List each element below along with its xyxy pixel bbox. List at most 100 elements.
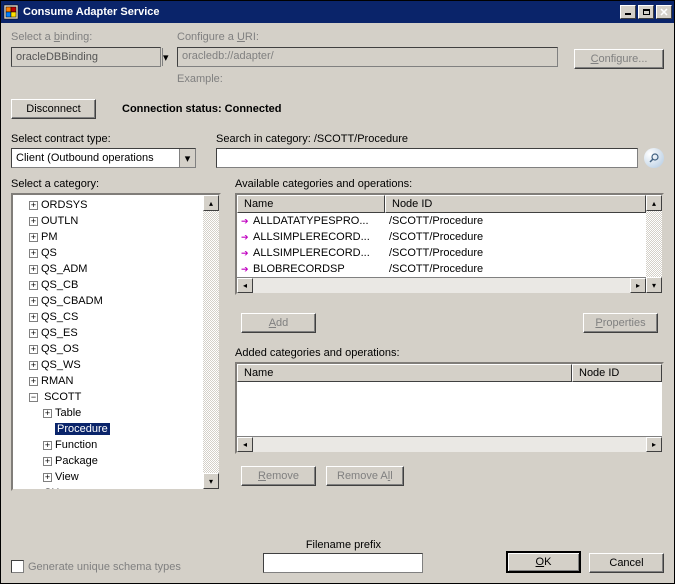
tree-node[interactable]: +ORDSYS <box>29 197 203 213</box>
listview-header[interactable]: Name Node ID <box>237 364 662 382</box>
category-tree[interactable]: +ORDSYS+OUTLN+PM+QS+QS_ADM+QS_CB+QS_CBAD… <box>11 193 221 491</box>
col-name[interactable]: Name <box>237 364 572 382</box>
tree-node[interactable]: +QS_WS <box>29 357 203 373</box>
tree-node[interactable]: +View <box>43 469 203 485</box>
dialog-window: Consume Adapter Service ✕ Select a bindi… <box>0 0 675 584</box>
tree-node[interactable]: + SH <box>29 485 203 489</box>
scroll-left-icon[interactable]: ◂ <box>237 437 253 452</box>
expand-icon[interactable]: + <box>29 265 38 274</box>
tree-node[interactable]: +QS_ES <box>29 325 203 341</box>
expand-icon[interactable]: + <box>29 201 38 210</box>
expand-icon[interactable]: + <box>29 313 38 322</box>
scroll-right-icon[interactable]: ▸ <box>646 437 662 452</box>
col-nodeid[interactable]: Node ID <box>385 195 646 213</box>
expand-icon[interactable]: + <box>29 361 38 370</box>
vertical-scrollbar[interactable]: ▴ ▾ <box>646 195 662 293</box>
scroll-up-icon[interactable]: ▴ <box>203 195 219 211</box>
search-input[interactable] <box>216 148 638 168</box>
col-nodeid[interactable]: Node ID <box>572 364 662 382</box>
minimize-button[interactable] <box>620 5 636 19</box>
list-item[interactable]: ALLSIMPLERECORD.../SCOTT/Procedure <box>237 245 646 261</box>
scroll-down-icon[interactable]: ▾ <box>646 277 662 293</box>
configure-button[interactable]: Configure... <box>574 49 664 69</box>
client-area: Select a binding: ▾ Configure a URI: ora… <box>1 23 674 583</box>
search-category-label: Search in category: /SCOTT/Procedure <box>216 133 664 145</box>
expand-icon[interactable]: + <box>29 345 38 354</box>
tree-node[interactable]: +OUTLN <box>29 213 203 229</box>
chevron-down-icon[interactable]: ▾ <box>179 149 195 167</box>
close-button[interactable]: ✕ <box>656 5 672 19</box>
scroll-right-icon[interactable]: ▸ <box>630 278 646 293</box>
expand-icon[interactable]: + <box>29 249 38 258</box>
list-item[interactable]: ALLDATATYPESPRO.../SCOTT/Procedure <box>237 213 646 229</box>
available-label: Available categories and operations: <box>235 178 664 190</box>
expand-icon[interactable]: + <box>29 297 38 306</box>
filename-prefix-label: Filename prefix <box>189 539 498 551</box>
list-item[interactable]: ALLSIMPLERECORD.../SCOTT/Procedure <box>237 229 646 245</box>
cancel-button[interactable]: Cancel <box>589 553 664 573</box>
operation-icon <box>241 248 251 258</box>
bottom-bar: Generate unique schema types Filename pr… <box>1 533 674 583</box>
tree-node[interactable]: +RMAN <box>29 373 203 389</box>
added-listview[interactable]: Name Node ID ◂ ▸ <box>235 362 664 454</box>
added-label: Added categories and operations: <box>235 347 664 359</box>
listview-header[interactable]: Name Node ID <box>237 195 646 213</box>
contract-value[interactable] <box>12 149 179 167</box>
tree-node[interactable]: Procedure <box>43 421 203 437</box>
search-icon[interactable] <box>644 148 664 168</box>
contract-combo[interactable]: ▾ <box>11 148 196 168</box>
tree-node[interactable]: +QS_ADM <box>29 261 203 277</box>
chevron-down-icon[interactable]: ▾ <box>162 48 169 66</box>
scroll-up-icon[interactable]: ▴ <box>646 195 662 211</box>
col-name[interactable]: Name <box>237 195 385 213</box>
tree-node[interactable]: +QS_CB <box>29 277 203 293</box>
filename-prefix-input[interactable] <box>263 553 423 573</box>
expand-icon[interactable]: + <box>43 473 52 482</box>
add-button[interactable]: Add <box>241 313 316 333</box>
tree-node[interactable]: +PM <box>29 229 203 245</box>
disconnect-button[interactable]: Disconnect <box>11 99 96 119</box>
maximize-button[interactable] <box>638 5 654 19</box>
configure-uri-label: Configure a URI: <box>177 31 558 43</box>
collapse-icon[interactable]: − <box>29 393 38 402</box>
expand-icon[interactable]: + <box>29 377 38 386</box>
scroll-left-icon[interactable]: ◂ <box>237 278 253 293</box>
tree-node[interactable]: +Table <box>43 405 203 421</box>
remove-all-button[interactable]: Remove All <box>326 466 404 486</box>
checkbox-icon[interactable] <box>11 560 24 573</box>
window-title: Consume Adapter Service <box>23 6 618 18</box>
select-contract-label: Select contract type: <box>11 133 196 145</box>
tree-node[interactable]: +Package <box>43 453 203 469</box>
app-icon <box>3 4 19 20</box>
expand-icon[interactable]: + <box>29 281 38 290</box>
binding-combo[interactable]: ▾ <box>11 47 161 67</box>
scroll-down-icon[interactable]: ▾ <box>203 473 219 489</box>
expand-icon[interactable]: + <box>43 409 52 418</box>
horizontal-scrollbar[interactable]: ◂ ▸ <box>237 436 662 452</box>
remove-button[interactable]: Remove <box>241 466 316 486</box>
horizontal-scrollbar[interactable]: ◂ ▸ <box>237 277 646 293</box>
expand-icon[interactable]: + <box>29 217 38 226</box>
connection-status: Connection status: Connected <box>122 103 282 115</box>
tree-node[interactable]: − SCOTT +TableProcedure+Function+Package… <box>29 389 203 485</box>
ok-button[interactable]: OK <box>506 551 581 573</box>
expand-icon[interactable]: + <box>29 329 38 338</box>
expand-icon[interactable]: + <box>43 441 52 450</box>
expand-icon[interactable]: + <box>43 457 52 466</box>
titlebar: Consume Adapter Service ✕ <box>1 1 674 23</box>
select-binding-label: Select a binding: <box>11 31 161 43</box>
binding-value[interactable] <box>12 48 162 66</box>
tree-node[interactable]: +QS_OS <box>29 341 203 357</box>
vertical-scrollbar[interactable]: ▴ ▾ <box>203 195 219 489</box>
operation-icon <box>241 232 251 242</box>
tree-node[interactable]: +QS_CBADM <box>29 293 203 309</box>
tree-node[interactable]: +QS <box>29 245 203 261</box>
tree-node[interactable]: +Function <box>43 437 203 453</box>
gen-schema-checkbox[interactable]: Generate unique schema types <box>11 560 181 573</box>
properties-button[interactable]: Properties <box>583 313 658 333</box>
example-label: Example: <box>177 73 558 85</box>
available-listview[interactable]: Name Node ID ALLDATATYPESPRO.../SCOTT/Pr… <box>235 193 664 295</box>
list-item[interactable]: BLOBRECORDSP/SCOTT/Procedure <box>237 261 646 277</box>
expand-icon[interactable]: + <box>29 233 38 242</box>
tree-node[interactable]: +QS_CS <box>29 309 203 325</box>
